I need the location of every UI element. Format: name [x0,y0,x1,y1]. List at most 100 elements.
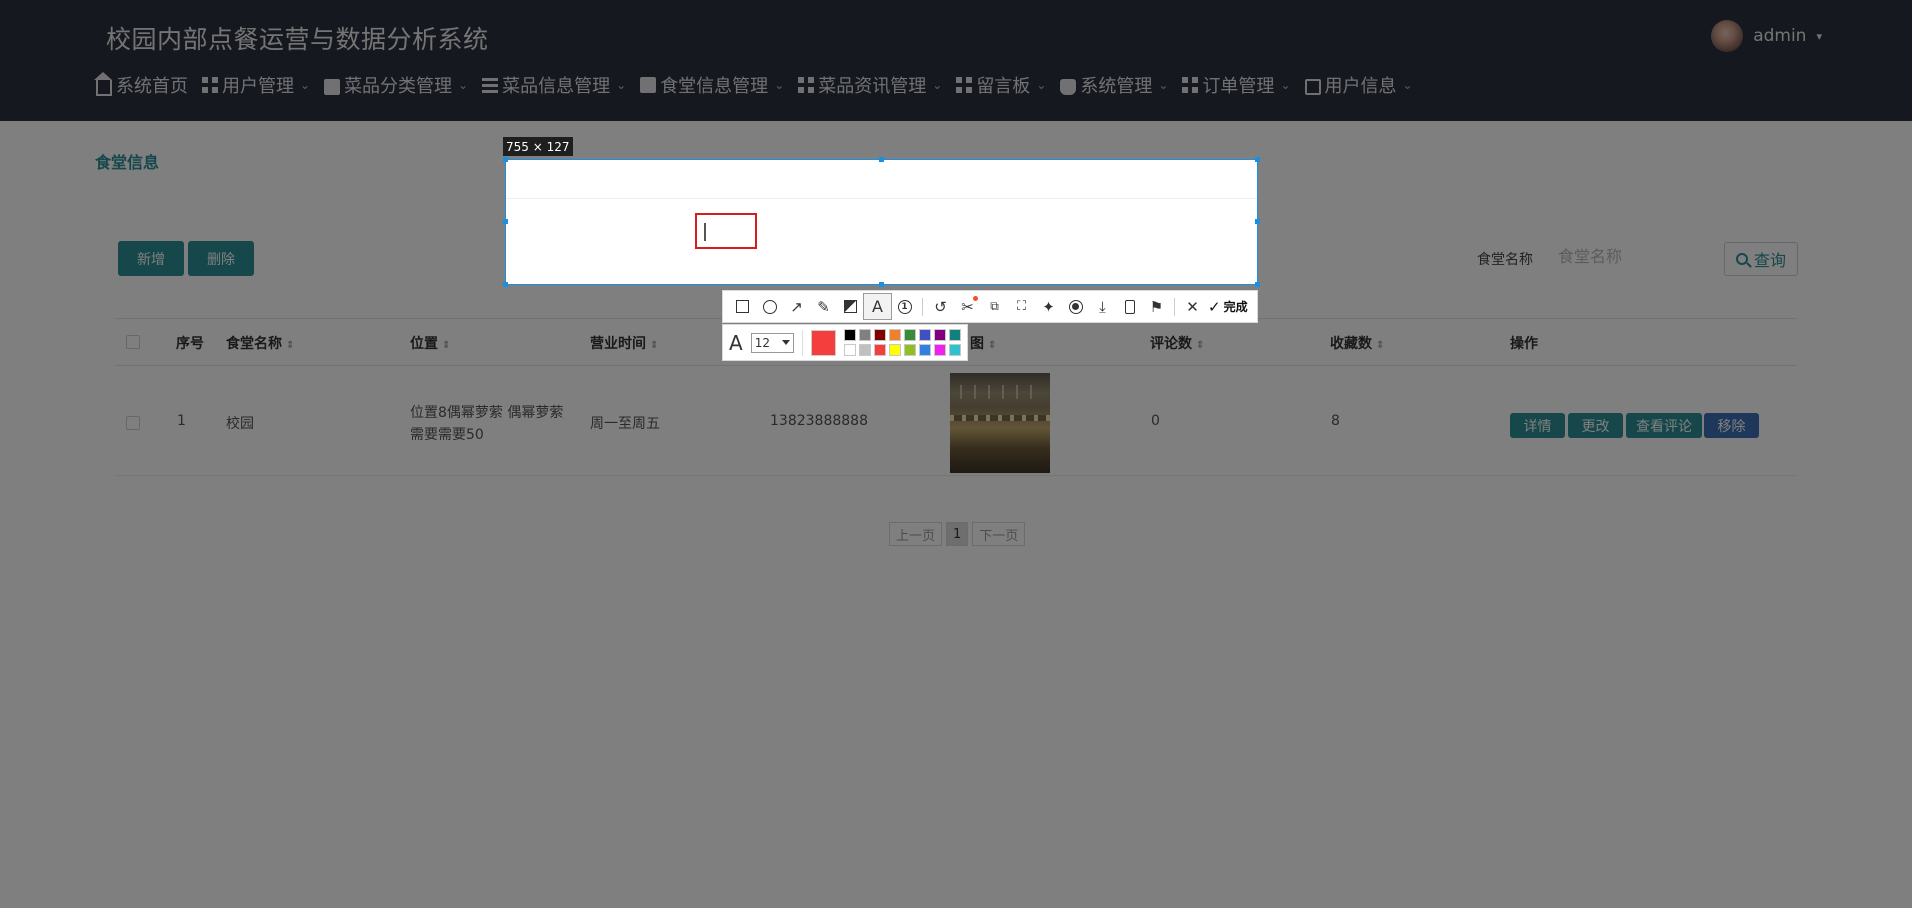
row-checkbox[interactable] [126,416,140,430]
chevron-down-icon: ⌄ [458,78,469,92]
nav-item-dish-category[interactable]: 菜品分类管理 ⌄ [324,72,468,98]
caret-down-icon[interactable]: ▾ [1816,30,1822,43]
column-header-image[interactable]: 图 ⇕ [970,333,996,353]
resize-handle[interactable] [879,282,884,287]
circle-tool[interactable] [756,294,783,319]
view-comments-button[interactable]: 查看评论 [1626,413,1702,438]
sort-icon[interactable]: ⇕ [286,340,294,351]
color-swatch[interactable] [859,329,871,341]
nav-item-orders[interactable]: 订单管理 ⌄ [1182,72,1291,98]
row-index: 1 [177,413,186,429]
add-button[interactable]: 新增 [118,241,184,276]
number-tool[interactable]: 1 [891,294,918,319]
search-input[interactable] [1547,240,1717,276]
nav-item-dish-info[interactable]: 菜品信息管理 ⌄ [482,72,626,98]
avatar[interactable] [1711,20,1744,52]
resize-handle[interactable] [1255,157,1260,162]
nav-item-home[interactable]: 系统首页 [94,72,188,98]
sort-icon[interactable]: ⇕ [988,340,996,351]
canteen-name: 校园 [226,416,254,432]
color-swatch[interactable] [919,344,931,356]
record-tool[interactable] [1062,294,1089,319]
text-tool[interactable]: A [863,293,892,320]
annotation-text-box[interactable] [695,213,757,249]
resize-handle[interactable] [503,282,508,287]
color-swatch[interactable] [949,329,961,341]
resize-handle[interactable] [1255,219,1260,224]
scissors-icon: ✂ [961,297,974,316]
mosaic-tool[interactable] [837,294,864,319]
arrow-tool[interactable]: ↗ [783,294,810,319]
color-swatch[interactable] [904,344,916,356]
resize-handle[interactable] [1255,282,1260,287]
user-name[interactable]: admin [1753,26,1806,46]
rectangle-tool[interactable] [729,294,756,319]
canteen-photo[interactable] [950,373,1050,473]
breadcrumb[interactable]: 食堂信息 [95,149,159,173]
sort-icon[interactable]: ⇕ [1376,340,1384,351]
resize-handle[interactable] [503,157,508,162]
remove-button[interactable]: 移除 [1704,413,1759,438]
download-icon: ⤓ [1099,297,1106,316]
bookmark-tool[interactable]: ⚑ [1143,294,1170,319]
font-size-select[interactable]: 12 [750,332,794,353]
translate-tool[interactable]: ⧉ [981,294,1008,319]
nav-item-message-board[interactable]: 留言板 ⌄ [956,72,1046,98]
divider [506,198,1257,199]
color-swatch[interactable] [904,329,916,341]
clipboard-icon [640,77,657,93]
phone-tool[interactable] [1116,294,1143,319]
search-icon [1735,253,1748,265]
nav-item-dish-news[interactable]: 菜品资讯管理 ⌄ [798,72,942,98]
prev-page-button[interactable]: 上一页 [889,522,943,546]
column-header-hours[interactable]: 营业时间 ⇕ [590,333,658,353]
color-swatch[interactable] [889,329,901,341]
nav-item-user-info[interactable]: 用户信息 ⌄ [1304,72,1413,98]
nav-item-system[interactable]: 系统管理 ⌄ [1060,72,1168,98]
sort-icon[interactable]: ⇕ [442,340,450,351]
toolbar-divider [1174,297,1175,316]
column-header-name[interactable]: 食堂名称 ⇕ [226,333,294,353]
next-page-button[interactable]: 下一页 [972,522,1026,546]
column-header-favorites[interactable]: 收藏数 ⇕ [1330,333,1384,353]
nav-item-canteen-info[interactable]: 食堂信息管理 ⌄ [640,72,784,98]
scissors-tool[interactable]: ✂ [954,294,981,319]
done-button[interactable]: ✓ 完成 [1208,298,1248,316]
column-header-comments[interactable]: 评论数 ⇕ [1150,333,1204,353]
pin-tool[interactable]: ✦ [1035,294,1062,319]
sort-icon[interactable]: ⇕ [1196,340,1204,351]
capture-selection[interactable] [505,159,1258,285]
color-swatch[interactable] [934,329,946,341]
page-1-button[interactable]: 1 [946,522,969,546]
sort-icon[interactable]: ⇕ [650,340,658,351]
resize-handle[interactable] [503,219,508,224]
color-swatch[interactable] [919,329,931,341]
current-color-swatch[interactable] [810,329,836,356]
color-swatch[interactable] [934,344,946,356]
color-swatch[interactable] [889,344,901,356]
undo-tool[interactable]: ↺ [927,294,954,319]
column-header-location[interactable]: 位置 ⇕ [410,333,450,353]
scan-tool[interactable]: ⛶ [1008,294,1035,319]
detail-button[interactable]: 详情 [1510,413,1565,438]
edit-button[interactable]: 更改 [1568,413,1623,438]
color-swatch[interactable] [949,344,961,356]
color-swatch[interactable] [844,329,856,341]
resize-handle[interactable] [879,157,884,162]
nav-label: 订单管理 [1202,76,1275,97]
color-swatch[interactable] [874,344,886,356]
color-swatch[interactable] [874,329,886,341]
color-swatch[interactable] [844,344,856,356]
font-size-value: 12 [754,335,770,350]
select-all-checkbox[interactable] [126,335,140,349]
search-button[interactable]: 查询 [1724,242,1798,276]
mosaic-icon [844,300,857,313]
delete-button[interactable]: 删除 [188,241,254,276]
cancel-tool[interactable]: ✕ [1179,294,1206,319]
pencil-tool[interactable]: ✎ [810,294,837,319]
nav-label: 系统管理 [1080,76,1153,97]
user-menu[interactable]: admin ▾ [1711,20,1822,52]
nav-item-users[interactable]: 用户管理 ⌄ [202,72,310,98]
color-swatch[interactable] [859,344,871,356]
download-tool[interactable]: ⤓ [1089,294,1116,319]
